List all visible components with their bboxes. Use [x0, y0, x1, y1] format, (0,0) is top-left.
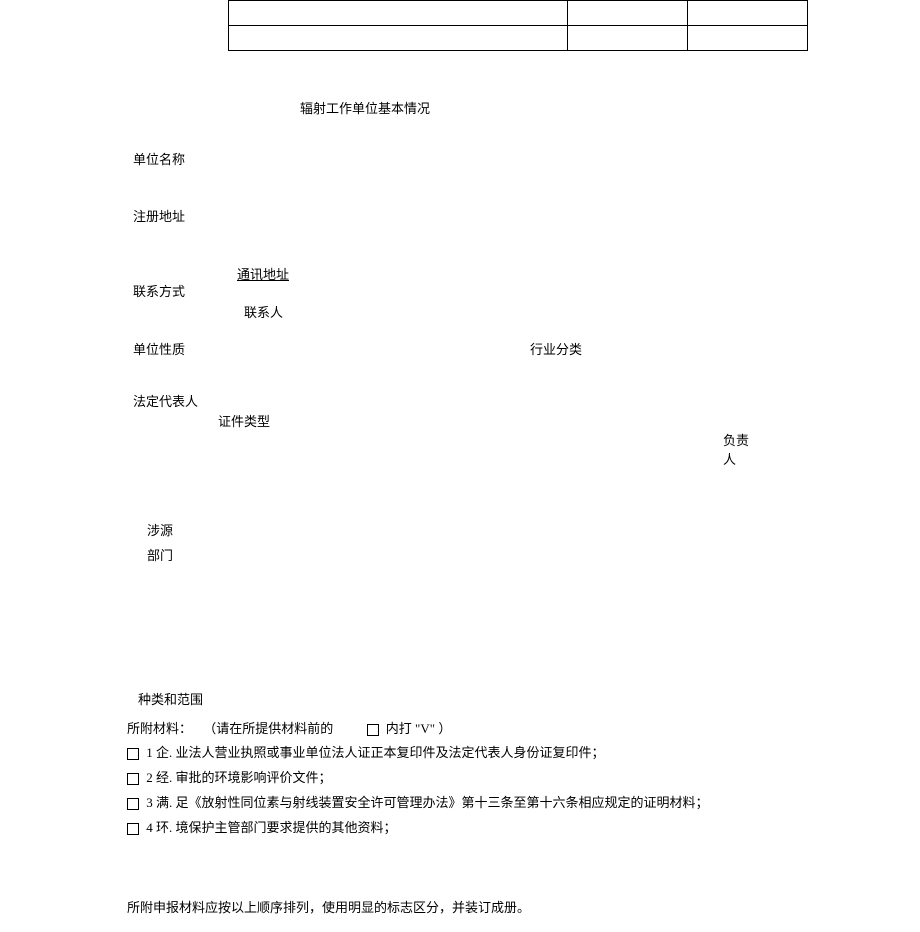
checkbox-icon	[127, 798, 139, 810]
material-item-3-text: 3 满. 足《放射性同位素与射线装置安全许可管理办法》第十三条至第十六条相应规定…	[146, 795, 708, 810]
table-cell	[229, 1, 568, 26]
label-id-type: 证件类型	[218, 411, 270, 430]
top-empty-table	[228, 0, 808, 51]
label-source-related: 涉源	[147, 520, 173, 539]
table-cell	[229, 26, 568, 51]
material-item-3: 3 满. 足《放射性同位素与射线装置安全许可管理办法》第十三条至第十六条相应规定…	[127, 793, 709, 813]
label-contact-address: 通讯地址	[237, 264, 289, 283]
material-item-4: 4 环. 境保护主管部门要求提供的其他资料；	[127, 818, 397, 838]
materials-intro-box-suffix: 内打	[386, 721, 412, 736]
materials-intro-end: ）	[438, 721, 451, 736]
materials-intro-checkmark: "V"	[415, 721, 435, 736]
checkbox-icon	[127, 748, 139, 760]
materials-intro: 所附材料： （请在所提供材料前的 内打 "V" ）	[127, 719, 451, 739]
label-registered-address: 注册地址	[133, 206, 185, 225]
checkbox-icon	[127, 773, 139, 785]
label-contact-method: 联系方式	[133, 281, 185, 300]
label-department: 部门	[147, 545, 173, 564]
table-cell	[568, 26, 688, 51]
label-legal-representative: 法定代表人	[133, 391, 198, 410]
table-cell	[568, 1, 688, 26]
material-item-2-text: 2 经. 审批的环境影响评价文件；	[146, 770, 331, 785]
materials-intro-middle: （请在所提供材料前的	[203, 721, 333, 736]
label-unit-name: 单位名称	[133, 149, 185, 168]
label-unit-nature: 单位性质	[133, 339, 185, 358]
label-contact-person: 联系人	[244, 302, 283, 321]
material-item-4-text: 4 环. 境保护主管部门要求提供的其他资料；	[146, 820, 396, 835]
table-cell	[688, 26, 808, 51]
checkbox-icon	[367, 724, 379, 736]
label-industry-category: 行业分类	[530, 339, 582, 358]
material-item-1-text: 1 企. 业法人营业执照或事业单位法人证正本复印件及法定代表人身份证复印件；	[146, 745, 604, 760]
checkbox-icon	[127, 823, 139, 835]
material-item-2: 2 经. 审批的环境影响评价文件；	[127, 768, 332, 788]
label-responsible-person: 负责人	[723, 430, 753, 468]
materials-intro-prefix: 所附材料：	[127, 721, 192, 736]
section-heading: 辐射工作单位基本情况	[300, 98, 430, 117]
material-item-1: 1 企. 业法人营业执照或事业单位法人证正本复印件及法定代表人身份证复印件；	[127, 743, 605, 763]
label-type-scope: 种类和范围	[138, 689, 203, 708]
footer-text: 所附申报材料应按以上顺序排列，使用明显的标志区分，并装订成册。	[127, 897, 530, 916]
table-cell	[688, 1, 808, 26]
